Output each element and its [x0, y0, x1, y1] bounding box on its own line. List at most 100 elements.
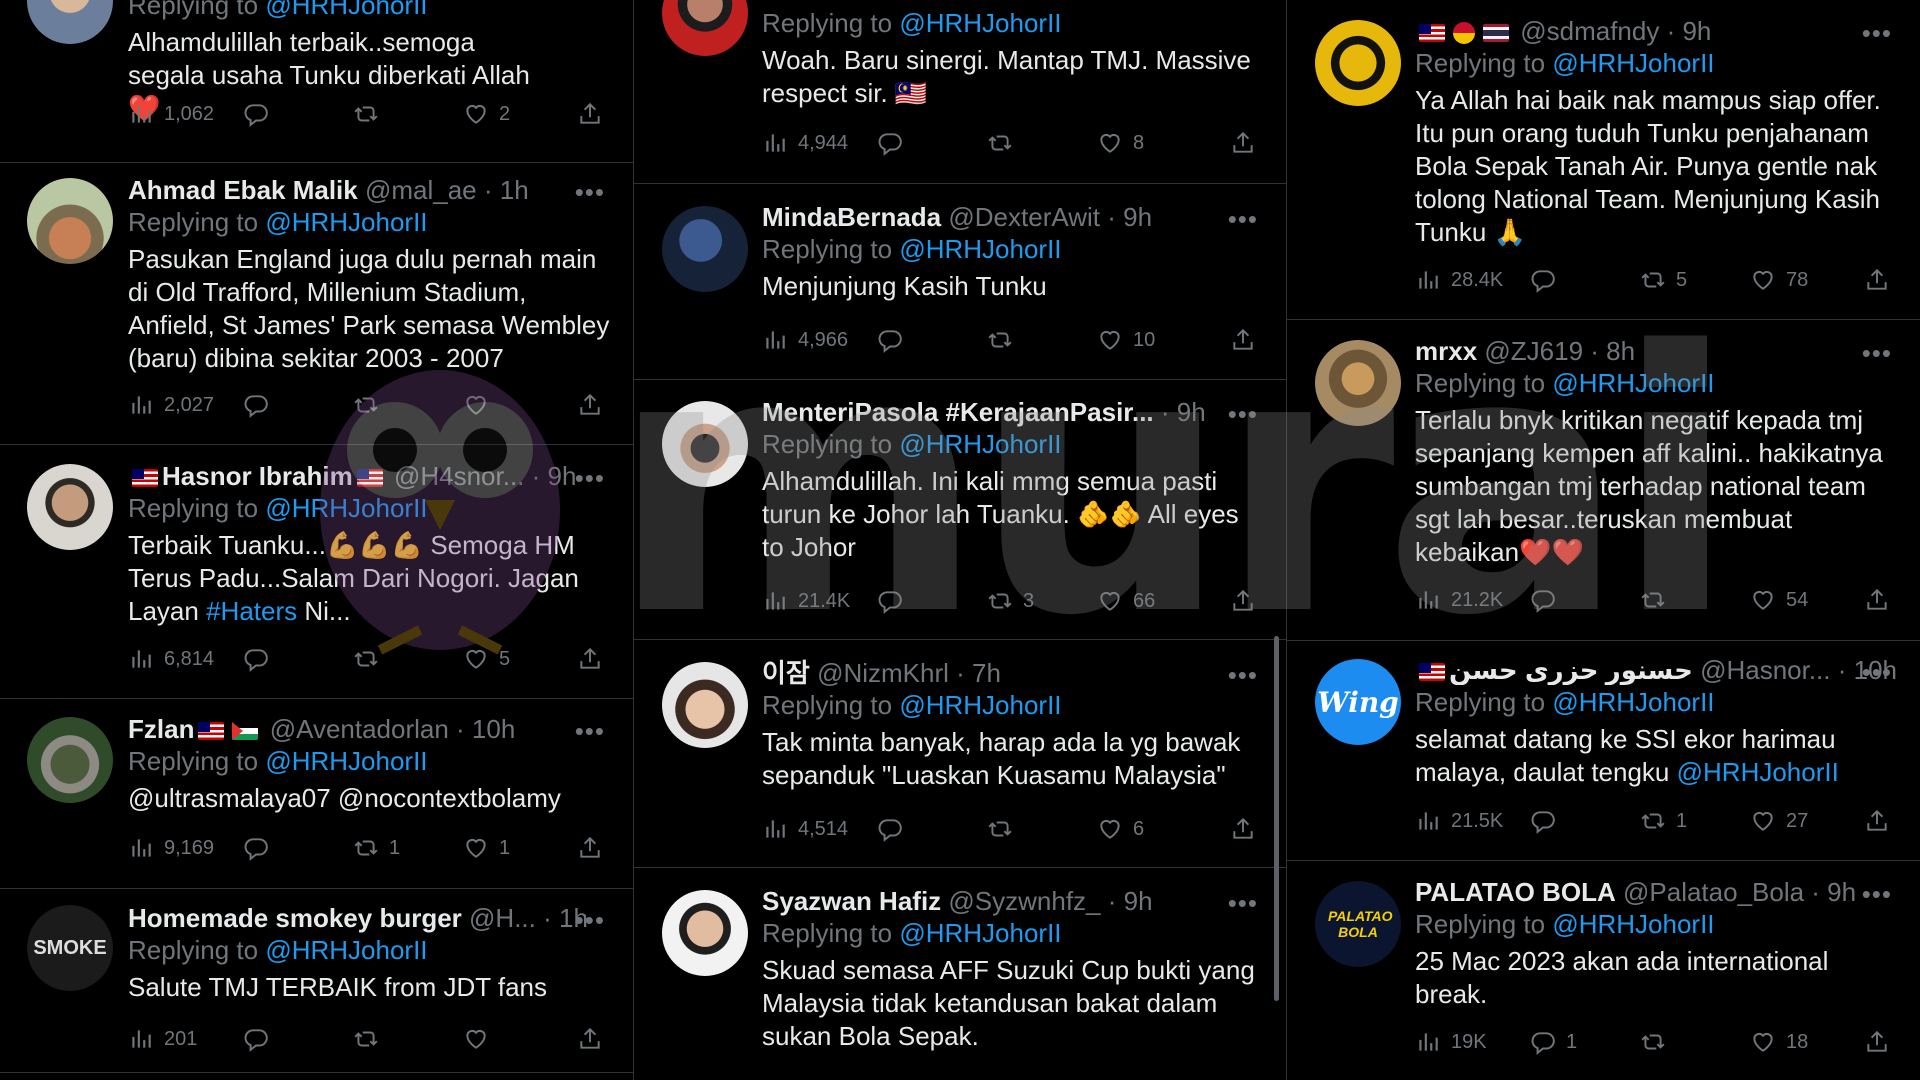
reply-button[interactable] — [1530, 804, 1556, 838]
reply-button[interactable] — [243, 831, 269, 865]
avatar[interactable] — [662, 890, 748, 976]
retweet-button[interactable] — [353, 1022, 379, 1056]
avatar[interactable]: Wing — [1315, 659, 1401, 745]
retweet-button[interactable]: 3 — [987, 584, 1034, 618]
share-button[interactable] — [1230, 812, 1256, 846]
avatar[interactable] — [27, 178, 113, 264]
reply-mention-link[interactable]: @HRHJohorII — [1552, 368, 1714, 398]
retweet-button[interactable] — [987, 126, 1013, 160]
display-name[interactable]: حسنور حزرى حسن — [1449, 655, 1693, 685]
tweet-mentions-link[interactable]: @ultrasmalaya07 @nocontextbolamy — [128, 782, 611, 815]
more-options-icon[interactable]: ••• — [575, 177, 605, 208]
reply-button[interactable] — [877, 126, 903, 160]
reply-button[interactable] — [243, 388, 269, 422]
display-name[interactable]: Syazwan Hafiz — [762, 886, 941, 916]
more-options-icon[interactable]: ••• — [1228, 204, 1258, 235]
retweet-button[interactable] — [987, 323, 1013, 357]
tweet[interactable]: Syazwan Hafiz @Syzwnhfz_ · 9h Replying t… — [634, 868, 1286, 1080]
avatar[interactable] — [662, 401, 748, 487]
share-button[interactable] — [577, 831, 603, 865]
views-button[interactable]: 9,169 — [128, 831, 214, 865]
share-button[interactable] — [1864, 804, 1890, 838]
more-options-icon[interactable]: ••• — [575, 463, 605, 494]
display-name[interactable]: MenteriPasola #KerajaanPasir... — [762, 397, 1154, 427]
reply-button[interactable] — [877, 584, 903, 618]
views-button[interactable]: 4,514 — [762, 812, 848, 846]
tweet[interactable]: SMOKE Homemade smokey burger @H... · 1h … — [0, 889, 633, 1073]
display-name[interactable]: PALATAO BOLA — [1415, 877, 1616, 907]
like-button[interactable]: 18 — [1750, 1025, 1808, 1059]
retweet-button[interactable] — [1640, 1025, 1666, 1059]
retweet-button[interactable]: 1 — [1640, 804, 1687, 838]
display-name[interactable]: Hasnor Ibrahim — [162, 461, 353, 491]
more-options-icon[interactable]: ••• — [1862, 18, 1892, 49]
display-name[interactable]: MindaBernada — [762, 202, 941, 232]
like-button[interactable]: 10 — [1097, 323, 1155, 357]
reply-mention-link[interactable]: @HRHJohorII — [1552, 687, 1714, 717]
tweet[interactable]: MindaBernada @DexterAwit · 9h Replying t… — [634, 184, 1286, 380]
tweet[interactable]: @sdmafndy · 9h Replying to @HRHJohorII Y… — [1287, 0, 1920, 320]
reply-mention-link[interactable]: @HRHJohorII — [1552, 909, 1714, 939]
more-options-icon[interactable]: ••• — [1862, 338, 1892, 369]
reply-mention-link[interactable]: @HRHJohorII — [1552, 48, 1714, 78]
avatar[interactable] — [27, 464, 113, 550]
reply-mention-link[interactable]: @HRHJohorII — [265, 0, 427, 20]
reply-button[interactable] — [877, 812, 903, 846]
more-options-icon[interactable]: ••• — [1228, 888, 1258, 919]
share-button[interactable] — [1230, 323, 1256, 357]
like-button[interactable]: 27 — [1750, 804, 1808, 838]
share-button[interactable] — [577, 1022, 603, 1056]
like-button[interactable]: 5 — [463, 642, 510, 676]
retweet-button[interactable] — [987, 812, 1013, 846]
like-button[interactable]: 6 — [1097, 812, 1144, 846]
retweet-button[interactable] — [1640, 583, 1666, 617]
views-button[interactable]: 1,062 — [128, 97, 214, 131]
retweet-button[interactable]: 5 — [1640, 263, 1687, 297]
tweet[interactable]: Replying to @HRHJohorII Alhamdulillah te… — [0, 0, 633, 163]
avatar[interactable]: SMOKE — [27, 905, 113, 991]
reply-button[interactable] — [1530, 263, 1556, 297]
display-name[interactable]: 이잠 — [762, 658, 810, 688]
like-button[interactable]: 8 — [1097, 126, 1144, 160]
reply-mention-link[interactable]: @HRHJohorII — [265, 493, 427, 523]
tweet[interactable]: Wing حسنور حزرى حسن @Hasnor... · 10h Rep… — [1287, 641, 1920, 861]
reply-button[interactable] — [877, 323, 903, 357]
display-name[interactable]: mrxx — [1415, 336, 1477, 366]
views-button[interactable]: 21.5K — [1415, 804, 1503, 838]
tweet[interactable]: mrxx @ZJ619 · 8h Replying to @HRHJohorII… — [1287, 320, 1920, 641]
reply-mention-link[interactable]: @HRHJohorII — [899, 8, 1061, 38]
avatar[interactable] — [27, 0, 113, 44]
avatar[interactable] — [662, 0, 748, 56]
share-button[interactable] — [577, 97, 603, 131]
views-button[interactable]: 201 — [128, 1022, 197, 1056]
views-button[interactable]: 19K — [1415, 1025, 1487, 1059]
like-button[interactable]: 78 — [1750, 263, 1808, 297]
tweet[interactable]: Fzlan @Aventadorlan · 10h Replying to @H… — [0, 699, 633, 889]
like-button[interactable] — [463, 388, 489, 422]
avatar[interactable] — [27, 717, 113, 803]
views-button[interactable]: 28.4K — [1415, 263, 1503, 297]
reply-button[interactable] — [243, 642, 269, 676]
share-button[interactable] — [577, 388, 603, 422]
scrollbar[interactable] — [1274, 636, 1279, 1001]
like-button[interactable] — [463, 1022, 489, 1056]
avatar[interactable]: PALATAO BOLA — [1315, 881, 1401, 967]
retweet-button[interactable] — [353, 642, 379, 676]
views-button[interactable]: 21.2K — [1415, 583, 1503, 617]
reply-button[interactable] — [1530, 583, 1556, 617]
more-options-icon[interactable]: ••• — [1862, 879, 1892, 910]
views-button[interactable]: 4,944 — [762, 126, 848, 160]
hashtag-link[interactable]: #Haters — [206, 596, 297, 626]
views-button[interactable]: 21.4K — [762, 584, 850, 618]
tweet[interactable]: MenteriPasola #KerajaanPasir... · 9h Rep… — [634, 380, 1286, 640]
share-button[interactable] — [1230, 126, 1256, 160]
more-options-icon[interactable]: ••• — [1228, 399, 1258, 430]
views-button[interactable]: 4,966 — [762, 323, 848, 357]
retweet-button[interactable]: 1 — [353, 831, 400, 865]
reply-mention-link[interactable]: @HRHJohorII — [899, 918, 1061, 948]
more-options-icon[interactable]: ••• — [1862, 657, 1892, 688]
share-button[interactable] — [1230, 584, 1256, 618]
reply-mention-link[interactable]: @HRHJohorII — [265, 935, 427, 965]
reply-button[interactable]: 1 — [1530, 1025, 1577, 1059]
avatar[interactable] — [662, 206, 748, 292]
